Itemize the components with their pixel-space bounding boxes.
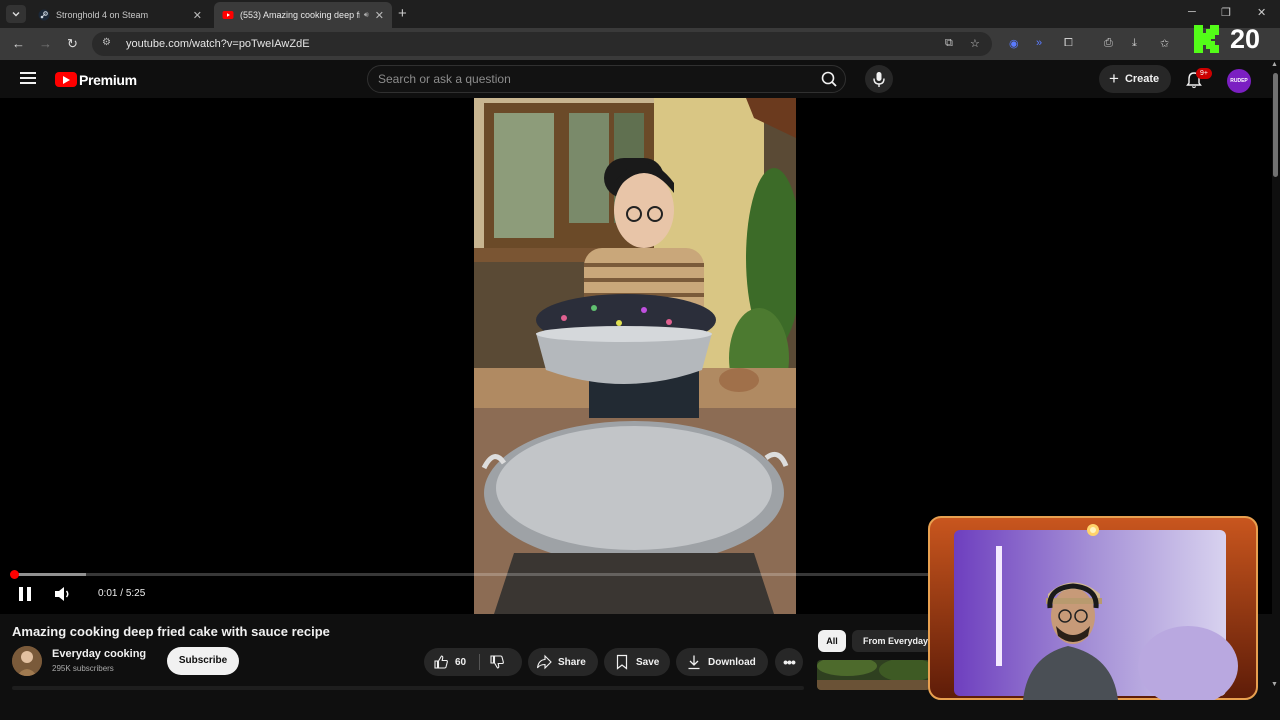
scroll-down-icon[interactable]: ▼ xyxy=(1271,681,1278,688)
download-label: Download xyxy=(708,656,756,668)
tab-youtube[interactable]: (553) Amazing cooking deep fried cake wi… xyxy=(214,2,392,28)
tab-title: Stronghold 4 on Steam xyxy=(56,10,149,20)
time-display: 0:01 / 5:25 xyxy=(98,588,145,599)
subscribe-button[interactable]: Subscribe xyxy=(167,647,239,675)
plus-icon: + xyxy=(1109,69,1119,88)
description-box-edge xyxy=(12,686,804,690)
search-box xyxy=(367,65,846,93)
save-button[interactable]: Save xyxy=(604,648,670,676)
kick-logo-icon xyxy=(1194,25,1219,53)
share-icon xyxy=(536,654,552,670)
webcam-overlay xyxy=(928,516,1258,700)
restore-icon[interactable]: ❐ xyxy=(1221,6,1231,19)
recommended-video-thumbnail[interactable] xyxy=(817,660,930,690)
install-app-icon[interactable]: ⧉ xyxy=(945,37,953,50)
new-tab-button[interactable]: + xyxy=(398,5,407,22)
bookmark-icon xyxy=(616,654,628,670)
speaker-icon[interactable]: 🔊︎ xyxy=(364,10,369,20)
youtube-logo-icon[interactable] xyxy=(55,72,77,87)
search-icon[interactable] xyxy=(815,66,843,92)
create-label: Create xyxy=(1124,73,1160,85)
pause-icon[interactable] xyxy=(17,586,33,602)
duration: 5:25 xyxy=(125,588,146,599)
bookmark-star-icon[interactable]: ☆ xyxy=(970,37,980,50)
buffer-bar xyxy=(13,573,86,576)
site-settings-icon[interactable]: ⚙ xyxy=(102,37,116,51)
favorites-icon[interactable]: ✩ xyxy=(1160,37,1169,50)
reload-icon[interactable]: ↻ xyxy=(67,36,78,52)
close-window-icon[interactable]: ✕ xyxy=(1257,6,1266,19)
channel-name[interactable]: Everyday cooking xyxy=(52,648,146,660)
youtube-icon xyxy=(222,11,234,19)
tab-steam[interactable]: Stronghold 4 on Steam ✕ xyxy=(30,2,210,28)
thumbs-up-icon[interactable] xyxy=(433,654,449,670)
overlay-counter: 20 xyxy=(1230,24,1261,54)
tab-title: (553) Amazing cooking deep fried cake wi… xyxy=(240,10,360,20)
forward-icon[interactable]: → xyxy=(39,36,52,51)
progress-bar[interactable] xyxy=(13,573,928,576)
back-icon[interactable]: ← xyxy=(12,36,25,51)
browser-toolbar: ← → ↻ ⚙ youtube.com/watch?v=poTweIAwZdE … xyxy=(0,28,1280,60)
video-title: Amazing cooking deep fried cake with sau… xyxy=(12,624,330,639)
browser-tab-strip: Stronghold 4 on Steam ✕ (553) Amazing co… xyxy=(0,0,1280,28)
notification-badge: 9+ xyxy=(1196,68,1212,79)
more-horizontal-icon: ••• xyxy=(783,654,796,670)
save-label: Save xyxy=(636,656,660,668)
brand-label[interactable]: Premium xyxy=(79,72,137,88)
like-separator xyxy=(479,654,481,670)
url-text: youtube.com/watch?v=poTweIAwZdE xyxy=(126,38,310,50)
microphone-icon[interactable] xyxy=(865,65,893,93)
close-icon[interactable]: ✕ xyxy=(375,9,384,22)
more-actions-button[interactable]: ••• xyxy=(775,648,803,676)
create-button[interactable]: + Create xyxy=(1099,65,1171,93)
account-avatar[interactable]: RUDEP xyxy=(1227,69,1251,93)
download-arrow-icon xyxy=(688,655,700,670)
share-button[interactable]: Share xyxy=(528,648,598,676)
current-time: 0:01 xyxy=(98,588,118,599)
download-button[interactable]: Download xyxy=(676,648,768,676)
download-icon[interactable]: ⤓ xyxy=(1132,37,1137,50)
like-count[interactable]: 60 xyxy=(455,657,466,668)
like-dislike-group: 60 xyxy=(424,648,522,676)
tab-search-button[interactable] xyxy=(6,5,26,23)
scroll-up-icon[interactable]: ▲ xyxy=(1271,61,1278,68)
subscriber-count: 295K subscribers xyxy=(52,664,114,673)
menu-icon[interactable] xyxy=(20,72,36,84)
address-bar[interactable]: ⚙ youtube.com/watch?v=poTweIAwZdE xyxy=(92,32,992,56)
extensions-puzzle-icon[interactable]: ⧠ xyxy=(1064,37,1073,50)
thumbs-down-icon[interactable] xyxy=(489,654,505,670)
read-aloud-icon[interactable]: » xyxy=(1036,37,1042,49)
chip-from-channel[interactable]: From Everyday c xyxy=(852,630,932,652)
search-input[interactable] xyxy=(378,71,798,87)
chevron-down-icon xyxy=(12,12,20,17)
chip-all[interactable]: All xyxy=(818,630,846,652)
close-icon[interactable]: ✕ xyxy=(193,9,202,22)
video-frame[interactable] xyxy=(474,98,796,614)
steam-icon xyxy=(38,9,50,21)
extension-icon[interactable]: ◉ xyxy=(1009,37,1019,50)
youtube-header: Premium + Create 9+ RUDEP xyxy=(0,60,1272,98)
time-separator: / xyxy=(117,588,126,599)
volume-icon[interactable] xyxy=(54,586,72,602)
scrubber-handle[interactable] xyxy=(10,570,19,579)
print-icon[interactable]: ⎙ xyxy=(1104,37,1113,50)
scrollbar-thumb[interactable] xyxy=(1273,73,1278,177)
minimize-icon[interactable]: ─ xyxy=(1188,6,1196,18)
share-label: Share xyxy=(558,656,586,668)
channel-avatar[interactable] xyxy=(12,646,42,676)
